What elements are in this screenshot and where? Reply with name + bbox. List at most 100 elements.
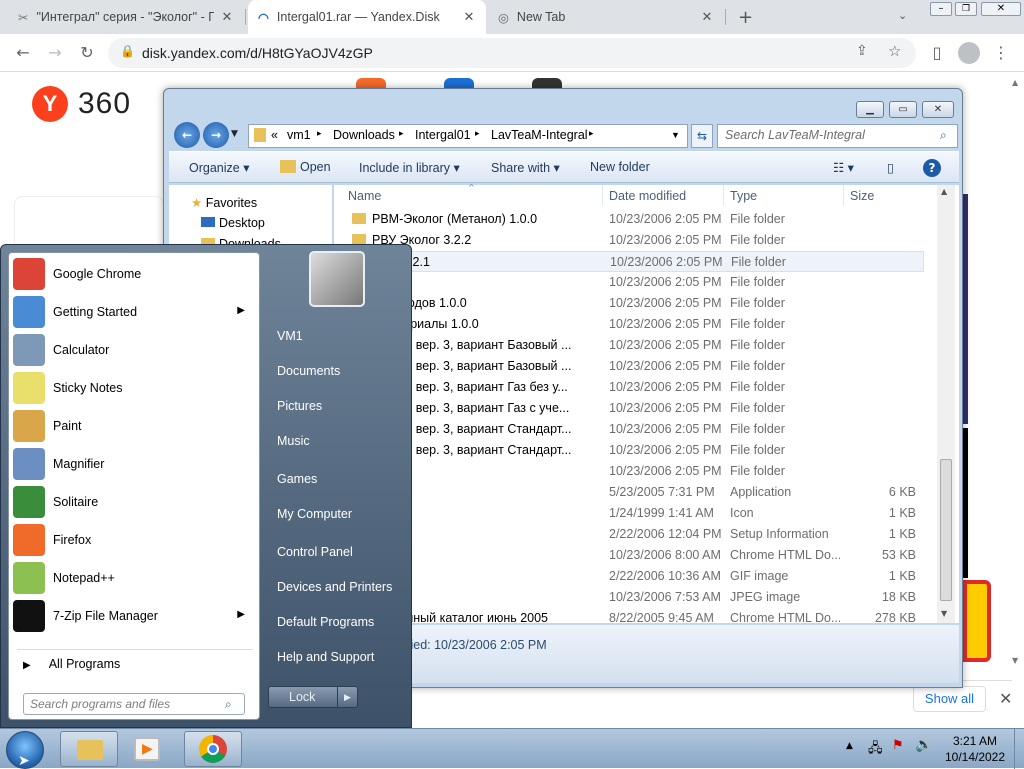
file-row[interactable]: Эколог вер. 3, вариант Газ с уче... 10/23… [334, 398, 924, 419]
shutdown-options-icon[interactable]: ▶ [337, 687, 357, 707]
side-panel-icon[interactable]: ▯ [926, 42, 948, 64]
column-size[interactable]: Size [850, 189, 874, 203]
start-link-games[interactable]: Games [277, 472, 317, 486]
explorer-minimize-button[interactable]: ▁ [856, 101, 884, 118]
all-programs-button[interactable]: ▶ All Programs [23, 657, 120, 671]
close-icon[interactable]: ✕ [700, 9, 714, 25]
taskbar-chrome-button[interactable] [184, 731, 242, 767]
minimize-button[interactable]: – [930, 2, 952, 16]
clock[interactable]: 3:21 AM 10/14/2022 [940, 733, 1010, 765]
open-button[interactable]: Open [300, 160, 331, 174]
file-row[interactable]: UN1/24/1999 1:41 AMIcon1 KB [334, 503, 924, 524]
help-icon[interactable]: ? [923, 159, 941, 177]
start-program-item[interactable]: Paint [13, 407, 257, 445]
tab-search-chevron-icon[interactable]: ⌄ [898, 9, 907, 22]
close-icon[interactable]: ✕ [462, 9, 476, 25]
start-program-item[interactable]: Google Chrome [13, 255, 257, 293]
explorer-back-icon[interactable]: ← [174, 122, 200, 148]
action-center-icon[interactable]: ⚑ [892, 738, 904, 753]
start-program-item[interactable]: 7-Zip File Manager ▶ [13, 597, 257, 635]
show-all-button[interactable]: Show all [913, 686, 986, 712]
start-link-my-computer[interactable]: My Computer [277, 507, 352, 521]
file-row[interactable]: 10/23/2006 8:00 AM Chrome HTML Do... 53 KB [334, 545, 924, 566]
start-program-item[interactable]: Firefox [13, 521, 257, 559]
nav-desktop[interactable]: Desktop [201, 216, 265, 230]
media-player-icon[interactable]: ▶ [134, 737, 160, 761]
file-row[interactable]: е материалы 1.0.0 10/23/2006 2:05 PM File … [334, 314, 924, 335]
scroll-thumb[interactable] [940, 459, 952, 601]
start-link-help-and-support[interactable]: Help and Support [277, 650, 374, 664]
breadcrumb-sep-icon[interactable]: ▸ [475, 128, 480, 139]
show-desktop-button[interactable] [1014, 729, 1024, 769]
explorer-maximize-button[interactable]: ▭ [889, 101, 917, 118]
breadcrumb-sep-icon[interactable]: ▸ [317, 128, 322, 139]
file-row[interactable]: 2.010/23/2006 2:05 PMFile folder [334, 272, 924, 293]
new-folder-button[interactable]: New folder [590, 160, 650, 174]
explorer-search-input[interactable]: Search LavTeaM-Integral [717, 124, 958, 148]
bookmark-star-icon[interactable]: ☆ [888, 42, 901, 60]
start-program-item[interactable]: Sticky Notes [13, 369, 257, 407]
file-row[interactable]: Эколог вер. 3, вариант Стандарт... 10/23/… [334, 440, 924, 461]
breadcrumb-intergal01[interactable]: Intergal01 [415, 128, 471, 142]
address-dropdown-icon[interactable]: ▼ [671, 130, 680, 140]
start-program-item[interactable]: Notepad++ [13, 559, 257, 597]
start-program-item[interactable]: Solitaire [13, 483, 257, 521]
profile-avatar[interactable] [958, 42, 980, 64]
page-scrollbar[interactable]: ▲ ▼ [1012, 78, 1020, 665]
start-link-documents[interactable]: Documents [277, 364, 340, 378]
taskbar-explorer-button[interactable] [60, 731, 118, 767]
close-download-bar-icon[interactable]: ✕ [999, 689, 1012, 708]
explorer-forward-icon[interactable]: → [203, 122, 229, 148]
file-row[interactable]: Эколог вер. 3, вариант Стандарт... 10/23/… [334, 419, 924, 440]
file-row[interactable]: Эколог вер. 3, вариант Газ без у... 10/23… [334, 377, 924, 398]
include-in-library-button[interactable]: Include in library ▾ [359, 160, 460, 175]
file-row[interactable]: 2/22/2006 10:36 AM GIF image 1 KB [334, 566, 924, 587]
tab-yandex-disk[interactable]: ◠ Intergal01.rar — Yandex.Disk ✕ [248, 0, 486, 34]
breadcrumb-lavteam[interactable]: LavTeaM-Integral [491, 128, 588, 142]
refresh-icon[interactable]: ⇆ [691, 124, 713, 148]
scroll-down-icon[interactable]: ▼ [941, 609, 947, 618]
submenu-arrow-icon[interactable]: ▶ [237, 609, 245, 620]
file-row[interactable]: олог 3.2.110/23/2006 2:05 PMFile folder [334, 251, 924, 272]
yandex-360-logo[interactable]: Y 360 [32, 86, 131, 122]
network-icon[interactable]: 🖧 [868, 739, 883, 761]
explorer-close-button[interactable]: ✕ [922, 101, 954, 118]
breadcrumb[interactable]: « vm1 ▸ Downloads ▸ Intergal01 ▸ LavTeaM… [248, 124, 688, 148]
column-date-modified[interactable]: Date modified [609, 189, 686, 203]
reload-icon[interactable]: ↻ [76, 42, 98, 64]
start-program-item[interactable]: Getting Started ▶ [13, 293, 257, 331]
back-icon[interactable]: ← [12, 42, 34, 64]
scroll-up-icon[interactable]: ▲ [941, 187, 947, 196]
submenu-arrow-icon[interactable]: ▶ [237, 305, 245, 316]
close-icon[interactable]: ✕ [220, 9, 234, 25]
column-name[interactable]: Name [348, 189, 381, 203]
column-type[interactable]: Type [730, 189, 757, 203]
breadcrumb-overflow[interactable]: « [271, 128, 278, 142]
file-row[interactable]: РВУ Эколог 3.2.2 10/23/2006 2:05 PM File f… [334, 230, 924, 251]
file-row[interactable]: ие отходов 1.0.0 10/23/2006 2:05 PM File f… [334, 293, 924, 314]
start-program-item[interactable]: Magnifier [13, 445, 257, 483]
tab-integral[interactable]: ✂ "Интеграл" серия - "Эколог" - П ✕ [8, 0, 244, 34]
start-program-item[interactable]: Calculator [13, 331, 257, 369]
start-link-vm1[interactable]: VM1 [277, 329, 303, 343]
restore-button[interactable]: ❐ [955, 2, 977, 16]
close-window-button[interactable]: ✕ [981, 2, 1021, 16]
view-options-icon[interactable]: ☷ ▾ [833, 160, 854, 175]
start-link-default-programs[interactable]: Default Programs [277, 615, 374, 629]
breadcrumb-sep-icon[interactable]: ▸ [589, 128, 594, 139]
volume-icon[interactable]: 🔊 [915, 737, 932, 753]
file-row[interactable]: -It10/23/2006 7:53 AMJPEG image18 KB [334, 587, 924, 608]
breadcrumb-sep-icon[interactable]: ▸ [399, 128, 404, 139]
menu-kebab-icon[interactable]: ⋮ [990, 42, 1012, 64]
breadcrumb-downloads[interactable]: Downloads [333, 128, 395, 142]
start-link-pictures[interactable]: Pictures [277, 399, 322, 413]
file-row[interactable]: ы10/23/2006 2:05 PMFile folder [334, 461, 924, 482]
organize-button[interactable]: Organize ▾ [189, 160, 249, 175]
forward-icon[interactable]: → [44, 42, 66, 64]
user-picture[interactable] [309, 251, 365, 307]
file-row[interactable]: 2/22/2006 12:04 PM Setup Information 1 KB [334, 524, 924, 545]
lock-button[interactable]: Lock ▶ [268, 686, 358, 708]
promo-banner[interactable] [963, 580, 991, 662]
preview-pane-icon[interactable]: ▯ [887, 160, 894, 175]
file-row[interactable]: Эколог вер. 3, вариант Базовый ... 10/23/… [334, 335, 924, 356]
